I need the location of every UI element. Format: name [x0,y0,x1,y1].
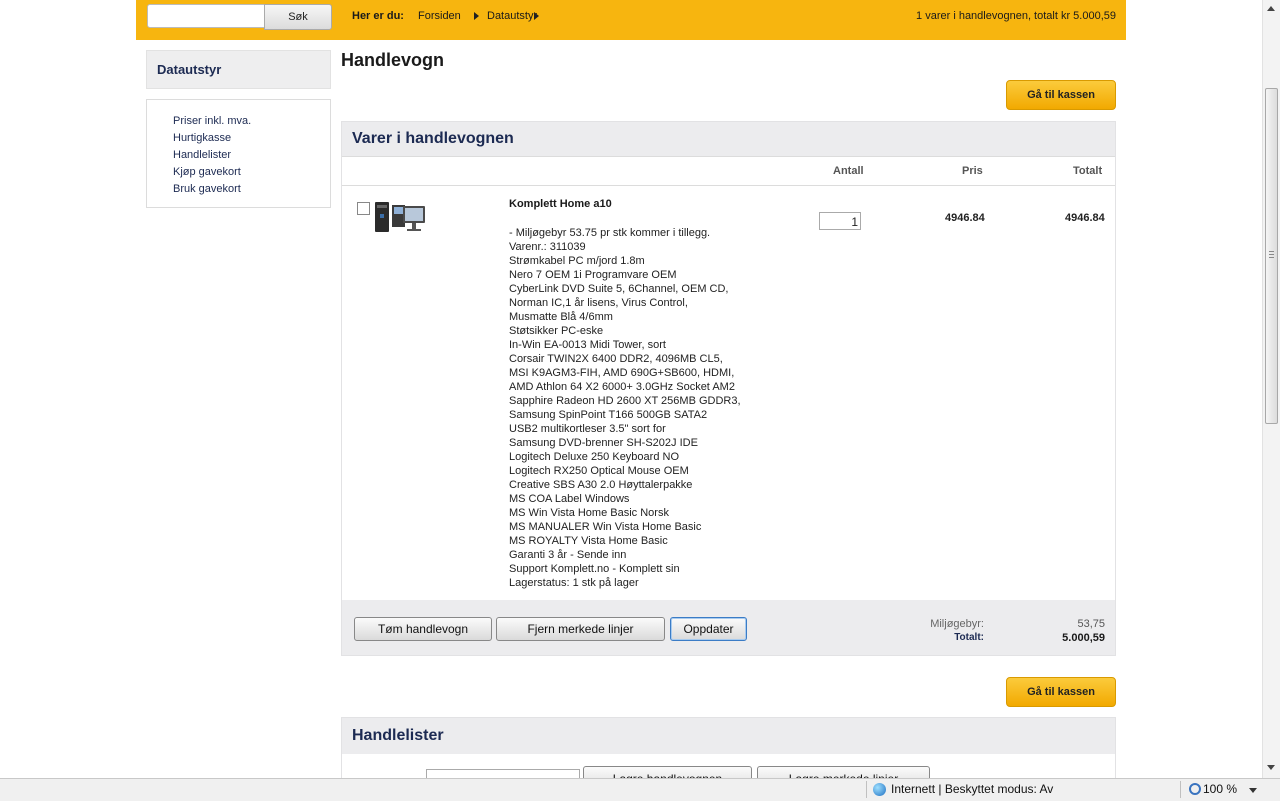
zoom-icon[interactable] [1189,783,1201,795]
description-line: Norman IC,1 år lisens, Virus Control, [509,297,688,309]
column-price: Pris [962,165,983,177]
description-line: Strømkabel PC m/jord 1.8m [509,255,645,267]
zoom-level[interactable]: 100 % [1203,782,1237,796]
quantity-input[interactable]: 1 [819,212,861,230]
description-line: AMD Athlon 64 X2 6000+ 3.0GHz Socket AM2 [509,381,735,393]
scroll-thumb[interactable] [1265,88,1278,424]
description-line: Varenr.: 311039 [509,241,586,253]
description-line: - Miljøgebyr 53.75 pr stk kommer i tille… [509,227,711,239]
total-value: 5.000,59 [1062,632,1105,644]
update-button[interactable]: Oppdater [670,617,747,641]
description-line: Corsair TWIN2X 6400 DDR2, 4096MB CL5, [509,353,723,365]
divider [866,781,867,798]
sidebar-heading: Datautstyr [146,50,331,89]
description-line: Musmatte Blå 4/6mm [509,311,613,323]
status-bar: Internett | Beskyttet modus: Av 100 % [0,778,1280,801]
sidebar-item-quick-checkout[interactable]: Hurtigkasse [173,132,231,144]
shopping-lists-title: Handlelister [352,727,444,744]
column-total: Totalt [1073,165,1103,177]
description-line: MS MANUALER Win Vista Home Basic [509,521,702,533]
scroll-up-icon[interactable] [1267,6,1275,11]
breadcrumb-label: Her er du: [352,10,404,22]
empty-cart-button[interactable]: Tøm handlevogn [354,617,492,641]
total-label: Totalt: [954,632,984,643]
description-line: Logitech RX250 Optical Mouse OEM [509,465,689,477]
description-line: Samsung SpinPoint T166 500GB SATA2 [509,409,708,421]
sidebar-item-shopping-lists[interactable]: Handlelister [173,149,231,161]
checkout-button-top[interactable]: Gå til kassen [1006,80,1116,110]
description-line: Samsung DVD-brenner SH-S202J IDE [509,437,698,449]
page: Søk Her er du: Forsiden Datautstyr 1 var… [136,0,1126,794]
cart-table-header: Antall Pris Totalt [342,156,1115,186]
description-line: CyberLink DVD Suite 5, 6Channel, OEM CD, [509,283,729,295]
description-line: MS ROYALTY Vista Home Basic [509,535,668,547]
description-line: Logitech Deluxe 250 Keyboard NO [509,451,679,463]
sidebar-item-prices[interactable]: Priser inkl. mva. [173,115,251,127]
page-title: Handlevogn [341,50,445,70]
grip-line [1269,254,1274,255]
description-line: MS Win Vista Home Basic Norsk [509,507,669,519]
cart-panel: Varer i handlevognen Antall Pris Totalt … [341,121,1116,656]
chevron-right-icon [534,12,539,20]
description-line: Garanti 3 år - Sende inn [509,549,627,561]
globe-icon [873,783,886,796]
description-line: USB2 multikortleser 3.5" sort for [509,423,666,435]
description-line: Lagerstatus: 1 stk på lager [509,577,639,589]
divider [1180,781,1181,798]
chevron-down-icon[interactable] [1249,788,1257,793]
description-line: In-Win EA-0013 Midi Tower, sort [509,339,666,351]
scroll-down-icon[interactable] [1267,765,1275,770]
sidebar-item-use-giftcard[interactable]: Bruk gavekort [173,183,241,195]
eco-fee-label: Miljøgebyr: [930,618,984,630]
description-line: Nero 7 OEM 1i Programvare OEM [509,269,677,281]
description-line: Sapphire Radeon HD 2600 XT 256MB GDDR3, [509,395,741,407]
description-line: Støtsikker PC-eske [509,325,604,337]
remove-selected-button[interactable]: Fjern merkede linjer [496,617,665,641]
cart-panel-title: Varer i handlevognen [352,130,514,147]
product-name[interactable]: Komplett Home a10 [509,198,612,210]
cart-summary[interactable]: 1 varer i handlevognen, totalt kr 5.000,… [916,10,1116,22]
item-total: 4946.84 [1065,212,1105,224]
eco-fee-value: 53,75 [1077,618,1105,630]
description-line: MSI K9AGM3-FIH, AMD 690G+SB600, HDMI, [509,367,735,379]
column-quantity: Antall [833,165,864,177]
sidebar-links: Priser inkl. mva. Hurtigkasse Handlelist… [146,99,331,208]
vertical-scrollbar[interactable] [1262,0,1280,778]
breadcrumb-forsiden[interactable]: Forsiden [418,10,461,22]
search-button[interactable]: Søk [264,4,332,30]
description-line: Support Komplett.no - Komplett sin [509,563,680,575]
cart-item-row: Komplett Home a10 - Miljøgebyr 53.75 pr … [342,186,1115,600]
description-line: Creative SBS A30 2.0 Høyttalerpakke [509,479,693,491]
item-select-checkbox[interactable] [357,202,370,215]
description-line: MS COA Label Windows [509,493,630,505]
top-bar: Søk Her er du: Forsiden Datautstyr 1 var… [136,0,1126,40]
grip-line [1269,251,1274,252]
search-input[interactable] [147,4,267,28]
grip-line [1269,257,1274,258]
desktop-computer-icon[interactable] [375,200,427,234]
sidebar-item-buy-giftcard[interactable]: Kjøp gavekort [173,166,241,178]
breadcrumb-datautstyr[interactable]: Datautstyr [487,10,537,22]
sidebar-heading-label[interactable]: Datautstyr [157,62,221,77]
security-zone-text[interactable]: Internett | Beskyttet modus: Av [891,782,1053,796]
checkout-button-bottom[interactable]: Gå til kassen [1006,677,1116,707]
product-description: - Miljøgebyr 53.75 pr stk kommer i tille… [509,226,779,590]
chevron-right-icon [474,12,479,20]
item-price: 4946.84 [945,212,985,224]
